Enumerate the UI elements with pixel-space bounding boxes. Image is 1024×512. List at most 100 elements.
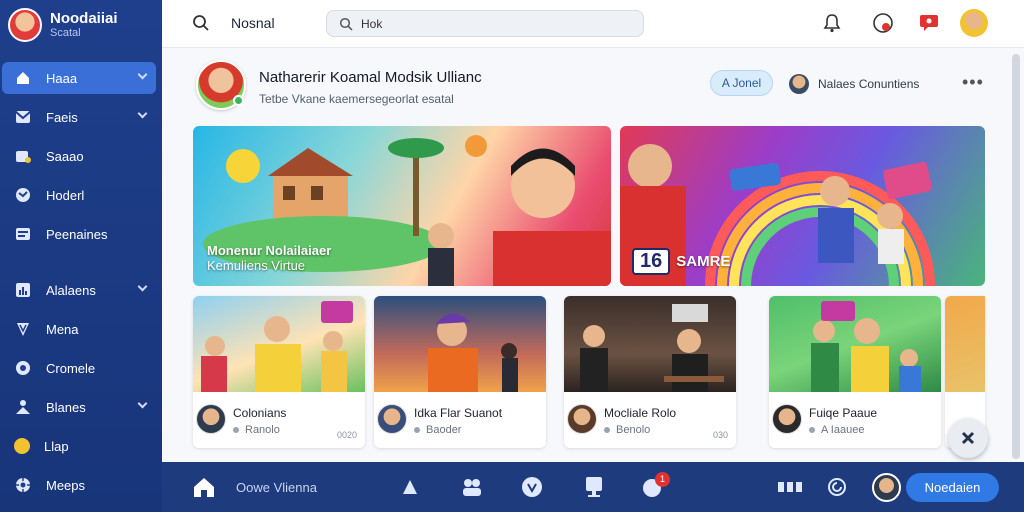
main-content: Natharerir Koamal Modsik Ullianc Tetbe V… (162, 48, 1024, 462)
bottom-bar: Oowe Vlienna 1 Noedaien (162, 462, 1024, 512)
sidebar-item-card[interactable]: Peenaines (2, 218, 156, 250)
settings-icon (14, 359, 32, 377)
sidebar-item-shop[interactable]: Saaao (2, 140, 156, 172)
chevron-down-icon[interactable] (137, 398, 148, 409)
page-title: Nosnal (231, 15, 275, 31)
post-subtitle: Tetbe Vkane kaemersegeorlat esatal (259, 92, 454, 106)
scrollbar[interactable] (1012, 54, 1020, 459)
card-author-avatar[interactable] (772, 404, 802, 434)
search-input[interactable] (361, 15, 631, 33)
user-avatar[interactable] (872, 473, 901, 502)
brand[interactable]: Noodaiiai Scatal (0, 0, 162, 50)
sidebar-item-home[interactable]: Haaa (2, 62, 156, 94)
chevron-down-icon[interactable] (137, 108, 148, 119)
sidebar-item-mail[interactable]: Faeis (2, 101, 156, 133)
brand-logo (8, 8, 42, 42)
sidebar-item-label: Hoderl (46, 187, 85, 203)
card-author-avatar[interactable] (377, 404, 407, 434)
video-card[interactable]: Fuiqe Paaue A Iaauee (769, 296, 941, 448)
chevron-down-icon[interactable] (137, 69, 148, 80)
shield-icon[interactable] (520, 475, 544, 499)
video-card[interactable]: Mocliale Rolo Benolo 030 (564, 296, 736, 448)
search-box[interactable] (326, 10, 644, 37)
mail-icon (14, 108, 32, 126)
primary-action-button[interactable]: Noedaien (906, 473, 999, 502)
sidebar-item-label: Alalaens (46, 282, 96, 298)
home-icon[interactable] (192, 475, 216, 499)
sidebar-item-label: Mena (46, 321, 79, 337)
post-header: Natharerir Koamal Modsik Ullianc Tetbe V… (196, 60, 986, 116)
sidebar-item-gear[interactable]: Meeps (2, 469, 156, 501)
circle-icon (14, 438, 30, 454)
sidebar-item-globe[interactable]: Hoderl (2, 179, 156, 211)
scrollbar-thumb[interactable] (1012, 54, 1020, 459)
app-title: Noodaiiai (50, 9, 118, 27)
card-meta: 030 (712, 430, 728, 440)
secondary-banner[interactable]: 16 SAMRE (620, 126, 985, 286)
chart-icon (14, 281, 32, 299)
monitor-icon[interactable] (582, 475, 606, 499)
more-options-icon[interactable]: ••• (962, 72, 984, 93)
video-card[interactable]: Colonians Ranolo 0020 (193, 296, 365, 448)
card-subtitle: A Iaauee (809, 424, 864, 436)
sidebar: Noodaiiai Scatal Haaa Faeis Saaao Hoderl… (0, 0, 162, 512)
join-button[interactable]: A Jonel (710, 70, 773, 96)
profile-alert-icon[interactable] (872, 12, 894, 34)
featured-banner[interactable]: Monenur Nolailaiaer Kemuliens Virtue (193, 126, 611, 286)
gear-icon (14, 476, 32, 494)
sidebar-item-settings[interactable]: Cromele (2, 352, 156, 384)
sidebar-item-label: Peenaines (46, 226, 108, 242)
shield-icon (14, 320, 32, 338)
banner-tag: 16 SAMRE (632, 246, 730, 276)
card-thumbnail (564, 296, 736, 392)
card-title: Mocliale Rolo (604, 406, 677, 420)
card-subtitle: Baoder (414, 424, 461, 436)
people-icon[interactable] (460, 475, 484, 499)
close-button[interactable] (948, 418, 988, 458)
card-subtitle: Ranolo (233, 424, 280, 436)
top-bar: Nosnal (162, 0, 1024, 48)
grid-icon[interactable] (776, 475, 804, 499)
card-author-avatar[interactable] (196, 404, 226, 434)
card-author-avatar[interactable] (567, 404, 597, 434)
user-avatar[interactable] (960, 9, 988, 37)
shop-icon (14, 147, 32, 165)
sidebar-item-label: Saaao (46, 148, 84, 164)
card-icon (14, 225, 32, 243)
community-avatar[interactable] (789, 74, 809, 94)
card-thumbnail (769, 296, 941, 392)
sidebar-item-label: Meeps (46, 477, 86, 493)
card-thumbnail (945, 296, 985, 392)
card-title: Idka Flar Suanot (414, 406, 503, 420)
puzzle-icon[interactable] (398, 475, 422, 499)
sidebar-item-people[interactable]: Blanes (2, 391, 156, 423)
sidebar-item-shield[interactable]: Mena (2, 313, 156, 345)
sidebar-item-label: Cromele (46, 360, 96, 376)
online-status-icon (233, 95, 244, 106)
author-avatar[interactable] (196, 60, 246, 110)
sidebar-item-chart[interactable]: Alalaens (2, 274, 156, 306)
card-title: Colonians (233, 406, 287, 420)
card-thumbnail (193, 296, 365, 392)
search-icon[interactable] (192, 14, 210, 32)
video-card[interactable]: Idka Flar Suanot Baoder (374, 296, 546, 448)
sidebar-nav: Haaa Faeis Saaao Hoderl Peenaines Alalae… (0, 62, 162, 501)
community-label[interactable]: Nalaes Conuntiens (818, 77, 919, 91)
notification-badge: 1 (655, 472, 670, 487)
banner-caption: Monenur Nolailaiaer Kemuliens Virtue (207, 242, 332, 274)
card-meta: 0020 (336, 430, 357, 440)
chevron-down-icon[interactable] (137, 281, 148, 292)
home-icon (14, 69, 32, 87)
sidebar-item-label: Llap (44, 438, 69, 454)
dot-icon (809, 427, 815, 434)
refresh-icon[interactable] (825, 475, 849, 499)
card-title: Fuiqe Paaue (809, 406, 878, 420)
close-icon (961, 431, 975, 445)
sidebar-item-label: Haaa (46, 70, 78, 86)
globe-icon (14, 186, 32, 204)
bottom-bar-label: Oowe Vlienna (236, 480, 317, 495)
app-subtitle: Scatal (50, 27, 81, 40)
sidebar-item-circle[interactable]: Llap (2, 430, 156, 462)
bell-icon[interactable] (821, 12, 843, 34)
message-icon[interactable] (918, 12, 940, 34)
